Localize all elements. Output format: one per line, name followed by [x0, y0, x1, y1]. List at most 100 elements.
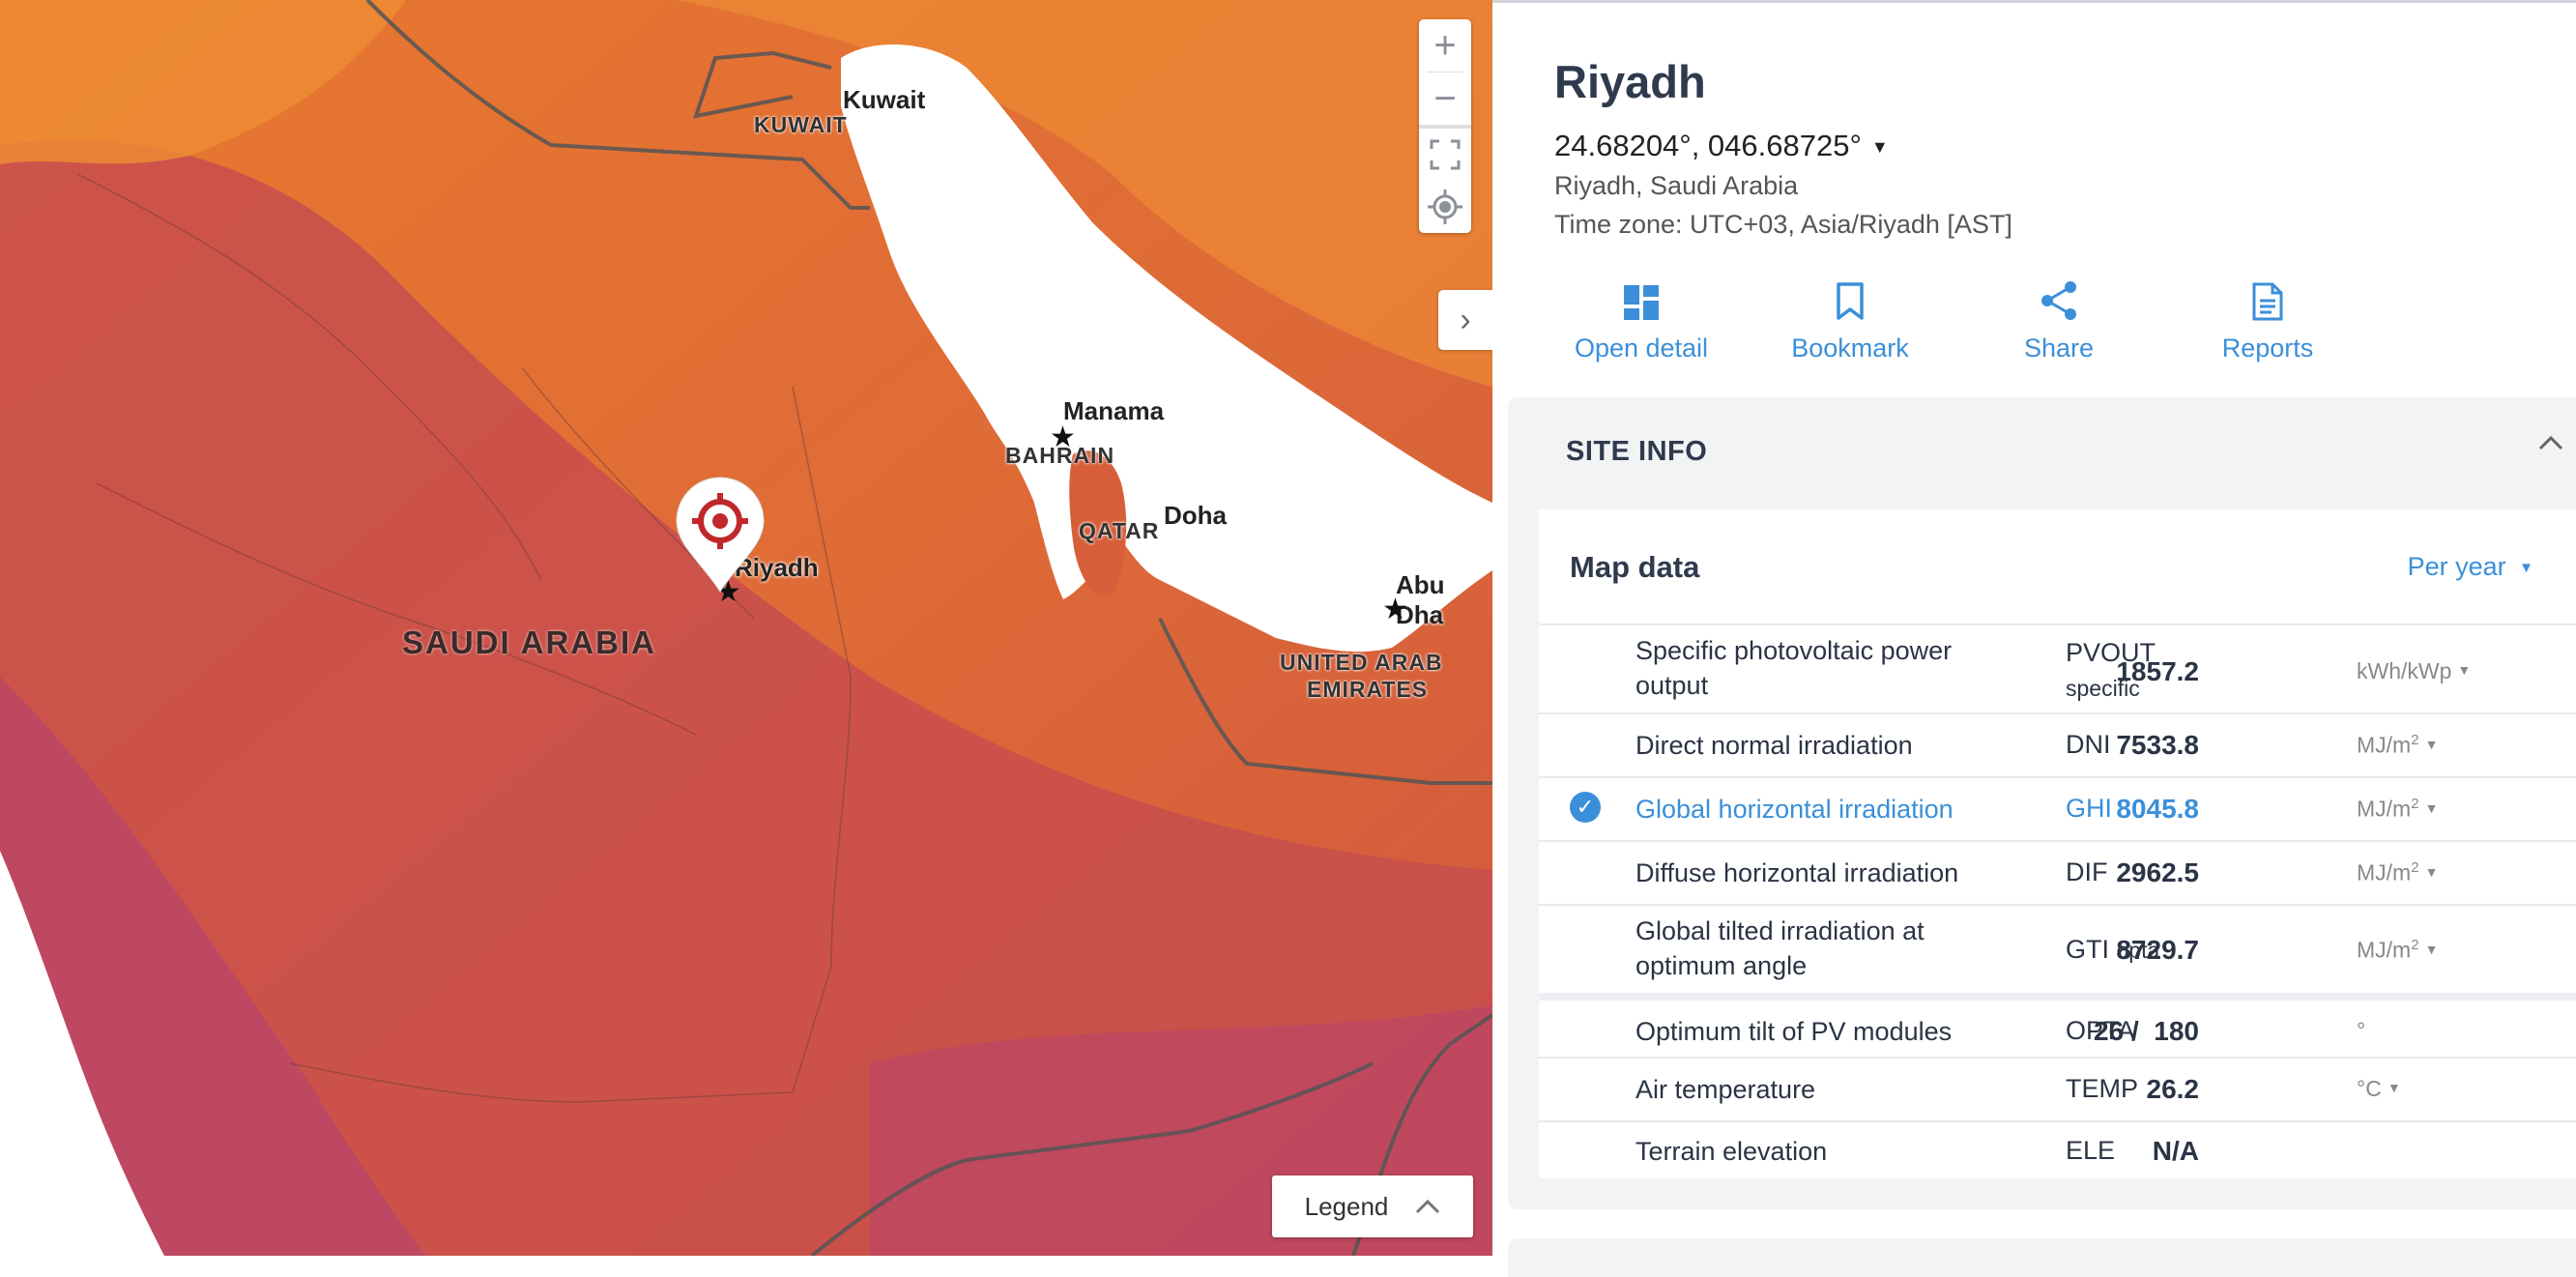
row-unit-sup: 2 [2411, 937, 2419, 953]
locate-button[interactable] [1419, 181, 1471, 233]
share-icon [2041, 281, 2076, 320]
chevron-up-icon [1416, 1199, 1440, 1214]
map-data-title: Map data [1570, 550, 1700, 584]
site-info-section: SITE INFO Map data Per year ▼ Specific p… [1508, 397, 2576, 1209]
unit-select[interactable]: kWh/kWp ▼ [2357, 658, 2471, 684]
share-label: Share [2023, 334, 2095, 363]
row-unit: MJ/m [2357, 859, 2412, 885]
caret-down-icon: ▼ [2424, 941, 2439, 957]
capital-star-icon: ★ [1382, 594, 1408, 625]
solar-map[interactable]: Kuwait KUWAIT Manama ★ BAHRAIN QATAR Doh… [0, 0, 1492, 1256]
row-unit: kWh/kWp [2357, 658, 2452, 683]
chevron-up-icon[interactable] [2537, 434, 2564, 451]
site-place: Riyadh, Saudi Arabia [1554, 171, 1799, 200]
row-name: Direct normal irradiation [1635, 731, 1913, 760]
data-row-dif[interactable]: Diffuse horizontal irradiation DIF 2962.… [1539, 840, 2576, 906]
row-abbr: GTI [2066, 935, 2109, 964]
row-value: 26 / 180 [2094, 1016, 2199, 1046]
share-button[interactable]: Share [1972, 274, 2146, 363]
map-data-card: Map data Per year ▼ Specific photovoltai… [1539, 509, 2576, 1178]
row-abbr: GHI [2066, 794, 2113, 823]
map-label-kuwait: KUWAIT [754, 112, 848, 137]
bookmark-button[interactable]: Bookmark [1763, 274, 1937, 363]
location-marker-icon[interactable] [673, 474, 767, 595]
row-name-line2: output [1635, 671, 1709, 700]
open-detail-label: Open detail [1574, 334, 1709, 363]
unit-select[interactable]: MJ/m2 ▼ [2357, 732, 2438, 759]
unit-select[interactable]: MJ/m2 ▼ [2357, 796, 2438, 823]
row-unit: MJ/m [2357, 732, 2412, 758]
row-name: Global horizontal irradiation [1635, 795, 1954, 824]
row-value: 8729.7 [2116, 935, 2199, 965]
map-label-uae-line1: UNITED ARAB [1280, 650, 1443, 675]
legend-button[interactable]: Legend [1272, 1175, 1473, 1237]
reports-button[interactable]: Reports [2181, 274, 2355, 363]
unit-select[interactable]: °C ▼ [2357, 1076, 2401, 1102]
row-name: Air temperature [1635, 1075, 1816, 1104]
row-name: Specific photovoltaic power [1635, 636, 1953, 665]
check-icon: ✓ [1570, 792, 1601, 823]
action-bar: Open detail Bookmark Share Reports [1554, 274, 2424, 370]
expand-panel-button[interactable]: › [1438, 290, 1492, 350]
caret-down-icon: ▼ [1870, 137, 1889, 158]
caret-down-icon: ▼ [2457, 662, 2472, 678]
unit-select[interactable]: MJ/m2 ▼ [2357, 937, 2438, 964]
row-value: 8045.8 [2116, 794, 2199, 824]
chevron-right-icon: › [1460, 301, 1471, 338]
row-name-line2: optimum angle [1635, 951, 1808, 980]
row-abbr: DIF [2066, 857, 2108, 886]
caret-down-icon: ▼ [2424, 736, 2439, 752]
row-name: Terrain elevation [1635, 1137, 1828, 1166]
map-label-abu-dhabi: Abu Dha [1396, 570, 1445, 629]
row-unit-sup: 2 [2411, 732, 2419, 748]
dashboard-icon [1624, 285, 1659, 320]
row-unit: MJ/m [2357, 796, 2412, 822]
row-value: N/A [2152, 1136, 2199, 1166]
data-row-gti[interactable]: Global tilted irradiation at optimum angl… [1539, 904, 2576, 995]
data-row-ghi[interactable]: ✓ Global horizontal irradiation GHI 8045… [1539, 776, 2576, 842]
row-unit-sup: 2 [2411, 796, 2419, 812]
row-value: 26.2 [2146, 1074, 2200, 1104]
caret-down-icon: ▼ [2519, 560, 2533, 576]
data-row-temp[interactable]: Air temperature TEMP 26.2 °C ▼ [1539, 1057, 2576, 1122]
map-label-doha: Doha [1164, 501, 1227, 530]
reports-label: Reports [2221, 334, 2314, 363]
data-row-opta[interactable]: Optimum tilt of PV modules OPTA 26 / 180… [1539, 993, 2576, 1064]
map-label-manama: Manama [1063, 396, 1165, 425]
row-abbr: TEMP [2066, 1074, 2139, 1103]
zoom-controls: + − [1419, 19, 1471, 233]
document-icon [2252, 282, 2283, 321]
map-label-saudi-arabia: SAUDI ARABIA [402, 624, 656, 660]
fullscreen-button[interactable] [1419, 129, 1471, 181]
open-detail-button[interactable]: Open detail [1554, 274, 1728, 363]
bookmark-icon [1837, 282, 1864, 320]
site-coordinates[interactable]: 24.68204°, 046.68725° ▼ [1554, 129, 1889, 163]
data-row-dni[interactable]: Direct normal irradiation DNI 7533.8 MJ/… [1539, 712, 2576, 778]
row-name: Diffuse horizontal irradiation [1635, 858, 1959, 887]
caret-down-icon: ▼ [2387, 1080, 2401, 1095]
coordinates-value: 24.68204°, 046.68725° [1554, 129, 1862, 162]
site-panel: Riyadh 24.68204°, 046.68725° ▼ Riyadh, Sa… [1492, 0, 2576, 1277]
row-value: 7533.8 [2116, 730, 2199, 760]
site-info-heading[interactable]: SITE INFO [1566, 436, 1707, 468]
map-label-qatar: QATAR [1079, 518, 1160, 543]
zoom-out-button[interactable]: − [1419, 73, 1471, 125]
row-abbr: ELE [2066, 1136, 2116, 1165]
site-title: Riyadh [1554, 56, 1706, 107]
row-value: 1857.2 [2116, 656, 2199, 686]
data-row-ele[interactable]: Terrain elevation ELE N/A [1539, 1120, 2576, 1180]
row-unit-sup: 2 [2411, 859, 2419, 876]
row-name: Global tilted irradiation at [1635, 916, 1925, 945]
map-canvas[interactable] [0, 0, 1492, 1256]
row-unit: ° [2357, 1018, 2366, 1043]
data-row-pvout[interactable]: Specific photovoltaic power output PVOUT s… [1539, 624, 2576, 714]
site-timezone: Time zone: UTC+03, Asia/Riyadh [AST] [1554, 210, 2012, 239]
row-value: 2962.5 [2116, 857, 2199, 887]
zoom-in-button[interactable]: + [1419, 19, 1471, 72]
caret-down-icon: ▼ [2424, 799, 2439, 816]
next-section [1508, 1238, 2576, 1277]
map-label-uae-line2: EMIRATES [1307, 677, 1429, 702]
period-select[interactable]: Per year ▼ [2408, 552, 2533, 582]
bookmark-label: Bookmark [1791, 334, 1909, 363]
unit-select[interactable]: MJ/m2 ▼ [2357, 859, 2438, 886]
